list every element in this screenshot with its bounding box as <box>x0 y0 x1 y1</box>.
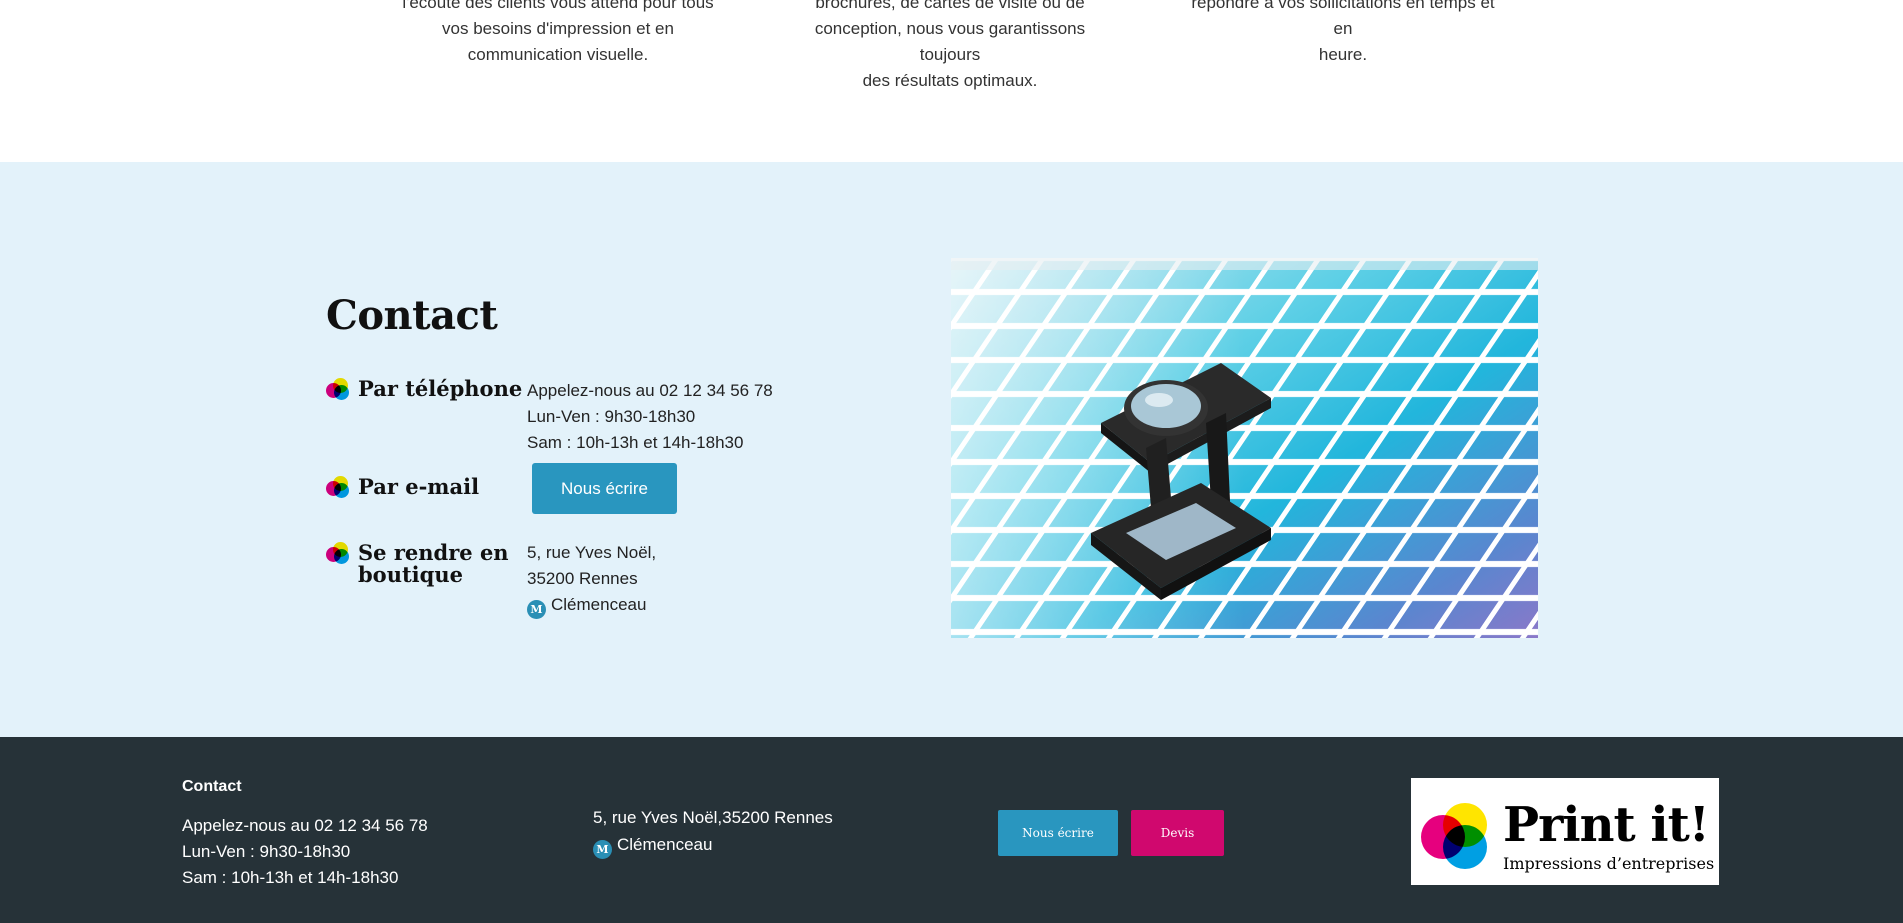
shop-label-line1: Se rendre en <box>358 540 509 565</box>
contact-section: Contact Par téléphone Appelez-nous au 02… <box>0 162 1903 737</box>
shop-street: 5, rue Yves Noël, <box>527 543 657 562</box>
print-it-logo[interactable]: Print it! Impressions d’entreprises <box>1411 778 1719 885</box>
feature-text-3: répondre à vos sollicitations en temps e… <box>1183 0 1503 68</box>
weekday-hours: Lun-Ven : 9h30-18h30 <box>527 407 696 426</box>
feature-line: communication visuelle. <box>467 45 649 64</box>
footer-metro-station: Clémenceau <box>617 835 713 854</box>
shop-city: 35200 Rennes <box>527 569 638 588</box>
metro-icon: M <box>527 600 546 619</box>
logo-tagline: Impressions d’entreprises <box>1503 854 1715 873</box>
footer-phone-line: Appelez-nous au 02 12 34 56 78 <box>182 816 428 835</box>
metro-icon: M <box>593 840 612 859</box>
footer: Contact Appelez-nous au 02 12 34 56 78 L… <box>0 737 1903 923</box>
footer-metro: M Clémenceau <box>593 831 833 859</box>
write-us-button[interactable]: Nous écrire <box>532 463 677 514</box>
contact-shop-heading: Se rendre en boutique <box>326 542 509 586</box>
phone-details: Appelez-nous au 02 12 34 56 78 Lun-Ven :… <box>527 378 773 456</box>
footer-saturday-hours: Sam : 10h-13h et 14h-18h30 <box>182 868 399 887</box>
cmyk-bullet-icon <box>326 541 350 565</box>
phone-label: Par téléphone <box>358 376 523 401</box>
footer-write-us-button[interactable]: Nous écrire <box>998 810 1118 856</box>
footer-weekday-hours: Lun-Ven : 9h30-18h30 <box>182 842 351 861</box>
metro-station: Clémenceau <box>551 595 647 614</box>
phone-number-line: Appelez-nous au 02 12 34 56 78 <box>527 381 773 400</box>
footer-quote-button[interactable]: Devis <box>1131 810 1224 856</box>
feature-line: des résultats optimaux. <box>862 71 1038 90</box>
contact-title: Contact <box>326 292 498 339</box>
shop-label-line2: boutique <box>358 562 463 587</box>
cmyk-bullet-icon <box>326 475 350 499</box>
loupe-photo <box>951 258 1538 638</box>
shop-label: Se rendre en boutique <box>358 542 509 586</box>
feature-line: répondre à vos sollicitations en temps e… <box>1191 0 1495 38</box>
feature-text-1: l'écoute des clients vous attend pour to… <box>398 0 718 68</box>
feature-line: vos besoins d'impression et en <box>442 19 674 38</box>
feature-line: brochures, de cartes de visite ou de <box>815 0 1085 12</box>
feature-line: conception, nous vous garantissons toujo… <box>814 19 1086 64</box>
feature-line: heure. <box>1318 45 1368 64</box>
shop-address: 5, rue Yves Noël, 35200 Rennes M Clémence… <box>527 540 656 619</box>
cmyk-bullet-icon <box>326 377 350 401</box>
shop-metro: M Clémenceau <box>527 592 656 619</box>
footer-address: 5, rue Yves Noël,35200 Rennes <box>593 808 833 827</box>
email-label: Par e-mail <box>358 474 480 499</box>
feature-text-2: brochures, de cartes de visite ou de con… <box>790 0 1110 94</box>
contact-email-heading: Par e-mail <box>326 476 479 499</box>
cmyk-logo-icon <box>1421 803 1487 869</box>
footer-address-block: 5, rue Yves Noël,35200 Rennes M Clémencea… <box>593 804 833 859</box>
footer-contact-title: Contact <box>182 778 242 795</box>
saturday-hours: Sam : 10h-13h et 14h-18h30 <box>527 433 744 452</box>
logo-name: Print it! <box>1503 797 1710 853</box>
contact-phone-heading: Par téléphone <box>326 378 522 401</box>
feature-line: l'écoute des clients vous attend pour to… <box>402 0 714 12</box>
features-section: l'écoute des clients vous attend pour to… <box>0 0 1903 162</box>
footer-phone-block: Appelez-nous au 02 12 34 56 78 Lun-Ven :… <box>182 813 428 891</box>
